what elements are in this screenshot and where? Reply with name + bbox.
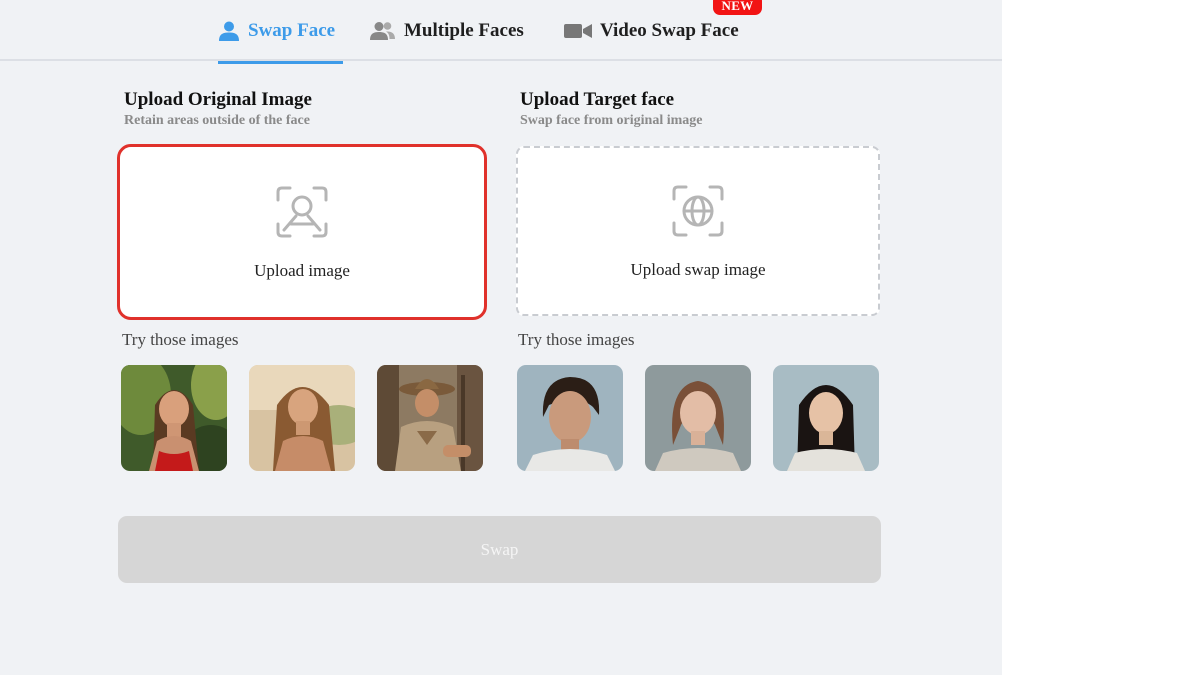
people-icon: [370, 21, 396, 41]
tab-label: Multiple Faces: [404, 20, 524, 41]
tab-multiple-faces[interactable]: Multiple Faces: [370, 14, 524, 48]
sample-thumbnail[interactable]: [645, 365, 751, 471]
tab-bar: Swap Face Multiple Faces Video Swap Face…: [0, 0, 1002, 64]
person-icon: [218, 20, 240, 42]
sample-thumbnail[interactable]: [377, 365, 483, 471]
try-images-label: Try those images: [122, 330, 239, 349]
globe-scan-icon: [670, 183, 726, 244]
tab-video-swap-face[interactable]: Video Swap Face: [564, 14, 739, 48]
try-images-label: Try those images: [518, 330, 635, 349]
face-scan-icon: [274, 184, 330, 245]
tab-label: Swap Face: [248, 20, 336, 41]
sample-thumbnail[interactable]: [517, 365, 623, 471]
target-face-section: Upload Target face Swap face from origin…: [516, 88, 882, 471]
section-title: Upload Target face: [520, 89, 675, 110]
sample-thumbnail[interactable]: [121, 365, 227, 471]
upload-original-dropzone[interactable]: Upload image: [117, 144, 487, 320]
upload-target-dropzone[interactable]: Upload swap image: [516, 146, 880, 316]
sample-thumbnail[interactable]: [249, 365, 355, 471]
video-camera-icon: [564, 22, 592, 40]
face-swap-app: Swap Face Multiple Faces Video Swap Face…: [0, 0, 1002, 675]
section-subtitle: Retain areas outside of the face: [124, 113, 310, 128]
section-subtitle: Swap face from original image: [520, 113, 703, 128]
upload-label: Upload swap image: [630, 259, 766, 279]
swap-button[interactable]: Swap: [118, 516, 881, 583]
sample-thumbnail[interactable]: [773, 365, 879, 471]
sample-images-target: [517, 365, 879, 471]
upload-label: Upload image: [254, 260, 350, 280]
tab-swap-face[interactable]: Swap Face: [218, 14, 335, 48]
sample-images-original: [121, 365, 483, 471]
tab-label: Video Swap Face: [600, 20, 739, 41]
new-badge: NEW: [713, 0, 762, 15]
active-tab-indicator: [218, 61, 343, 64]
original-image-section: Upload Original Image Retain areas outsi…: [117, 88, 487, 471]
section-title: Upload Original Image: [124, 89, 312, 110]
